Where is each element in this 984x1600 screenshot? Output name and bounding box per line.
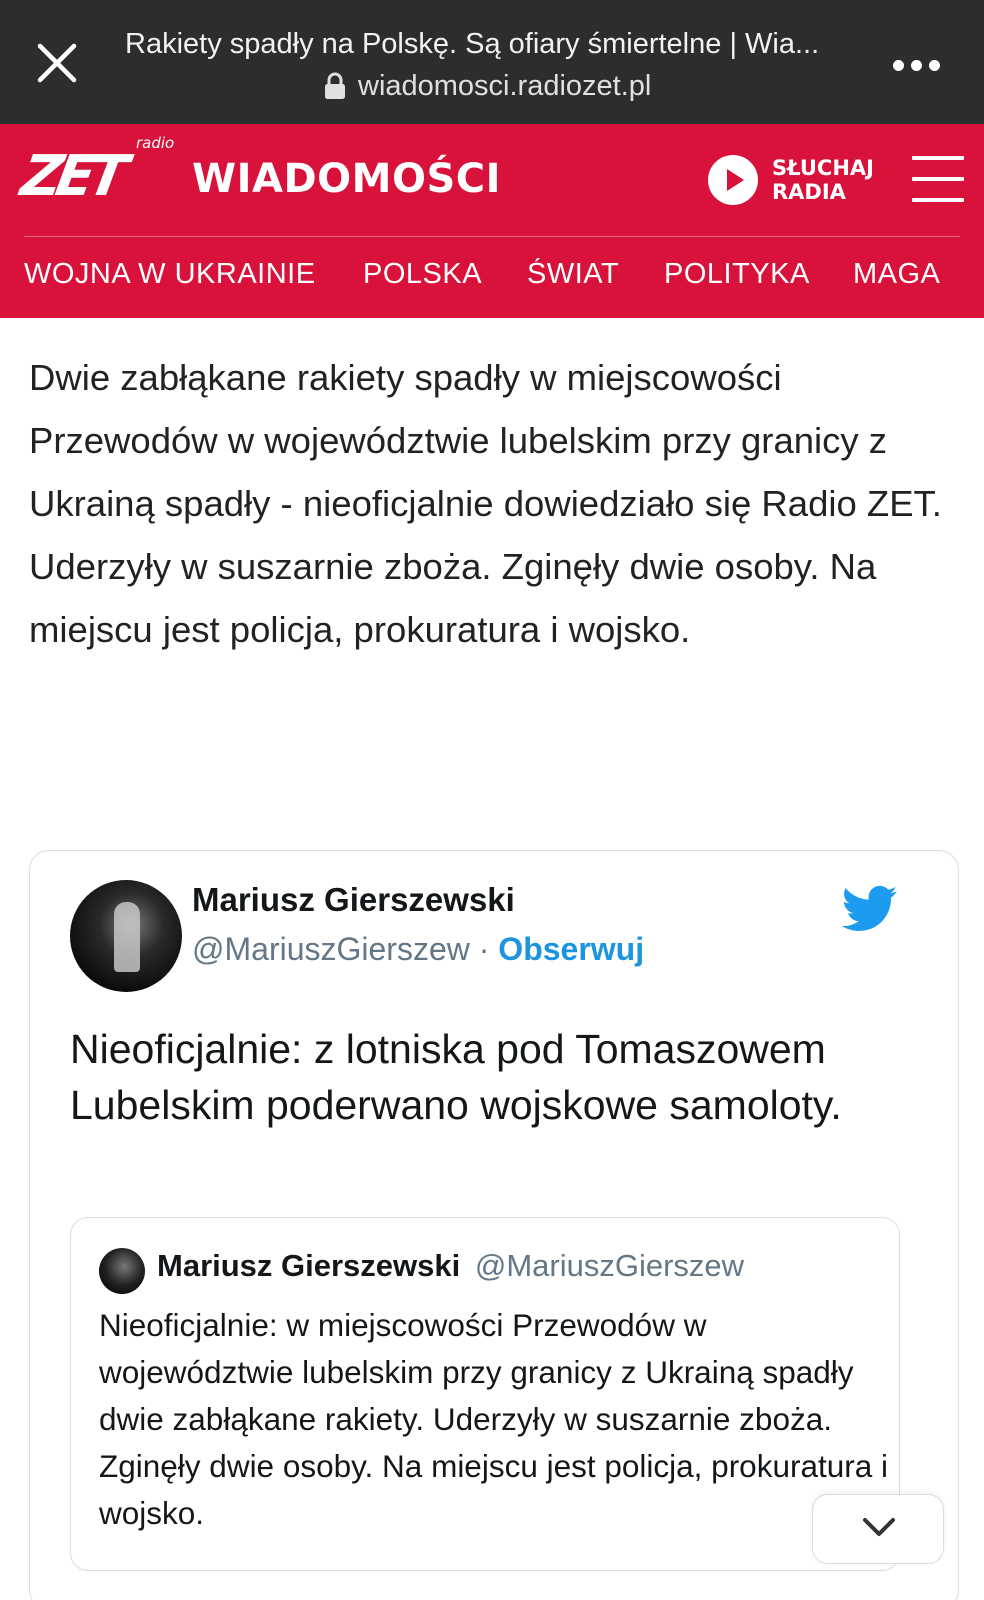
radio-zet-logo[interactable]: radio ZET <box>16 134 174 209</box>
close-icon <box>37 43 77 83</box>
hamburger-icon <box>912 177 964 181</box>
nav-item-polska[interactable]: POLSKA <box>363 258 482 291</box>
nav-item-wojna-w-ukrainie[interactable]: WOJNA W UKRAINIE <box>24 258 316 291</box>
listen-label-line2: RADIA <box>772 180 846 204</box>
more-dots-icon <box>911 59 922 71</box>
tweet-text: Nieoficjalnie: z lotniska pod Tomaszowem… <box>70 1026 842 1128</box>
listen-label-line1: SŁUCHAJ <box>772 156 874 180</box>
quoted-author-name: Mariusz Gierszewski <box>157 1248 461 1283</box>
nav-item-swiat[interactable]: ŚWIAT <box>527 258 619 291</box>
lock-icon <box>325 72 345 99</box>
listen-radio-button[interactable]: SŁUCHAJ RADIA <box>708 152 880 208</box>
follow-link[interactable]: Obserwuj <box>498 931 644 967</box>
chevron-down-icon <box>863 1518 895 1536</box>
play-icon <box>708 155 758 205</box>
quoted-tweet[interactable]: Mariusz Gierszewski @MariuszGierszew Nie… <box>70 1217 900 1571</box>
section-title[interactable]: WIADOMOŚCI <box>192 156 501 202</box>
hamburger-icon <box>912 198 964 202</box>
hamburger-icon <box>912 156 964 160</box>
nav-item-maga[interactable]: MAGA <box>853 258 940 291</box>
embedded-tweet[interactable]: Mariusz Gierszewski @MariuszGierszew · O… <box>29 850 959 1600</box>
more-dots-icon <box>893 59 904 71</box>
quoted-author-avatar <box>99 1248 145 1294</box>
listen-radio-label: SŁUCHAJ RADIA <box>772 156 880 204</box>
logo-radio-text: radio <box>136 134 175 152</box>
browser-menu-button[interactable] <box>893 50 949 80</box>
nav-item-polityka[interactable]: POLITYKA <box>664 258 810 291</box>
category-nav: WOJNA W UKRAINIE POLSKA ŚWIAT POLITYKA M… <box>0 258 984 300</box>
url-text: wiadomosci.radiozet.pl <box>358 69 652 102</box>
quoted-tweet-header: Mariusz Gierszewski @MariuszGierszew <box>157 1248 744 1284</box>
author-avatar[interactable] <box>70 880 182 992</box>
close-tab-button[interactable] <box>34 40 80 86</box>
avatar-photo <box>114 902 140 972</box>
tweet-author-name[interactable]: Mariusz Gierszewski <box>192 881 515 919</box>
quoted-tweet-text: Nieoficjalnie: w miejscowości Przewodów … <box>99 1307 889 1531</box>
address-bar[interactable]: wiadomosci.radiozet.pl <box>322 68 651 104</box>
more-dots-icon <box>929 59 940 71</box>
header-divider <box>24 236 960 237</box>
page-title: Rakiety spadły na Polskę. Są ofiary śmie… <box>125 28 820 60</box>
handle-separator: · <box>478 931 490 967</box>
twitter-bird-icon[interactable] <box>842 885 898 933</box>
logo-zet-text: ZET <box>16 144 127 209</box>
menu-button[interactable] <box>912 156 964 206</box>
scroll-down-button[interactable] <box>812 1494 944 1564</box>
browser-toolbar: Rakiety spadły na Polskę. Są ofiary śmie… <box>0 0 984 124</box>
tweet-author-handle[interactable]: @MariuszGierszew <box>192 931 470 967</box>
article-lead-paragraph: Dwie zabłąkane rakiety spadły w miejscow… <box>29 357 942 650</box>
tweet-author-handle-row: @MariuszGierszew · Obserwuj <box>192 931 644 968</box>
quoted-author-handle: @MariuszGierszew <box>474 1248 745 1283</box>
